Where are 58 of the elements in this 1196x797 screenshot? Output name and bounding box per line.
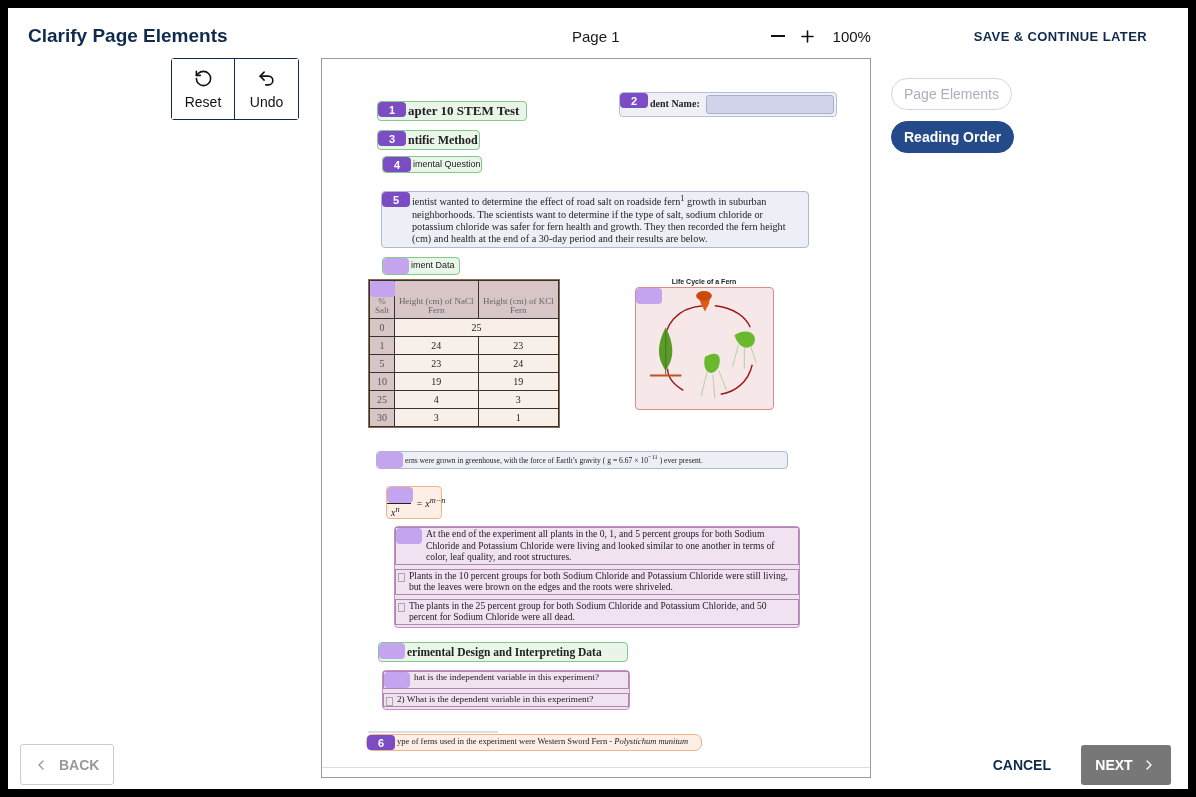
- column-header: Height (cm) of NaCl Fern: [394, 280, 479, 319]
- footnote-text: ype of ferns used in the experiment were Western Sword Fern - Polystichum munitum: [396, 735, 690, 747]
- order-badge[interactable]: 5: [382, 192, 410, 207]
- cancel-button[interactable]: CANCEL: [992, 757, 1051, 773]
- heading-region[interactable]: 3 ntific Method: [377, 130, 480, 150]
- heading-text: imental Question: [412, 158, 482, 171]
- heading-region[interactable]: 4 imental Question: [382, 156, 482, 173]
- bullet-icon: [398, 572, 405, 582]
- order-badge[interactable]: [384, 672, 410, 688]
- order-badge[interactable]: 6: [367, 735, 395, 750]
- order-badge[interactable]: 3: [378, 131, 406, 146]
- page-label: Page 1: [572, 27, 620, 45]
- page-title: Clarify Page Elements: [28, 25, 229, 47]
- figure-region[interactable]: [635, 287, 774, 410]
- save-continue-later-button[interactable]: SAVE & CONTINUE LATER: [973, 28, 1147, 44]
- list-region[interactable]: hat is the independent variable in this experiment? 2) What is the dependent variable in this experiment?: [382, 670, 630, 711]
- column-header: Height (cm) of KCl Fern: [478, 280, 559, 319]
- paragraph-region[interactable]: [381, 191, 809, 249]
- heading-region[interactable]: erimental Design and Interpreting Data: [378, 642, 628, 662]
- bullet-icon: [386, 697, 393, 706]
- order-badge[interactable]: 1: [378, 102, 406, 117]
- list-item-text: hat is the independent variable in this experiment?: [413, 672, 600, 684]
- order-badge[interactable]: [636, 288, 662, 304]
- order-badge[interactable]: [383, 258, 409, 274]
- paragraph-text: ientist wanted to determine the effect of road salt on roadside fern$^{1}$ growth in suburban neighborhoods. The scientists want to determine if the type of salt, sodium chloride or potassium chloride was safer for fern health and growth. They then recorded the fern height (cm) and health at the end of a 30-day period and their results are below.: [411, 192, 787, 247]
- order-badge[interactable]: 4: [383, 157, 411, 172]
- order-badge[interactable]: 2: [620, 93, 648, 108]
- column-header: % Salt: [369, 280, 395, 319]
- order-badge[interactable]: [396, 528, 422, 544]
- next-button[interactable]: NEXT: [1081, 745, 1171, 785]
- formula-text: x$^{n}$: [390, 504, 400, 519]
- list-item-text: Plants in the 10 percent groups for both Sodium Chloride and Potassium Chloride were still living, but the leaves were brown on the edges and the roots were shriveled.: [408, 569, 789, 594]
- list-region[interactable]: [394, 526, 800, 628]
- undo-icon: [257, 68, 276, 88]
- form-field-region[interactable]: 2 dent Name:: [619, 92, 837, 117]
- name-field[interactable]: [705, 95, 834, 114]
- order-badge[interactable]: [377, 452, 403, 468]
- table-region[interactable]: % Salt Height (cm) of NaCl Fern Height (cm) of KCl Fern 0 25 1 24 23 5 23 24 10 19 19 25 4 3 30 3 1: [368, 279, 560, 428]
- heading-region[interactable]: iment Data: [382, 257, 460, 275]
- heading-text: ntific Method: [407, 132, 479, 149]
- zoom-level: 100%: [832, 27, 871, 45]
- field-label: dent Name:: [650, 98, 700, 109]
- order-badge[interactable]: [387, 487, 413, 503]
- list-item-text: The plants in the 25 percent group for both Sodium Chloride and Potassium Chloride, and 50 percent for Sodium Chloride were all dead.: [408, 599, 768, 624]
- reset-icon: [193, 68, 213, 88]
- list-item-text: At the end of the experiment all plants in the 0, 1, and 5 percent groups for both Sodium Chloride and Potassium Chloride were living and looked similar to one another in terms of color, leaf quality, and root structures.: [425, 528, 776, 564]
- bullet-icon: [398, 602, 405, 612]
- footnote-region[interactable]: 6 ype of ferns used in the experiment were Western Sword Fern - Polystichum munitum: [366, 734, 702, 751]
- view-mode-toggle[interactable]: Reading Order: [891, 121, 1015, 153]
- heading-text: apter 10 STEM Test: [407, 102, 521, 120]
- minus-icon: [770, 35, 785, 37]
- order-badge[interactable]: [370, 281, 396, 297]
- list-item-text: 2) What is the dependent variable in this experiment?: [396, 694, 595, 706]
- reset-button[interactable]: Reset: [172, 59, 235, 119]
- heading-region[interactable]: 1 apter 10 STEM Test: [377, 101, 527, 121]
- order-badge[interactable]: [379, 643, 405, 659]
- heading-text: iment Data: [410, 259, 456, 272]
- heading-text: erimental Design and Interpreting Data: [406, 645, 603, 661]
